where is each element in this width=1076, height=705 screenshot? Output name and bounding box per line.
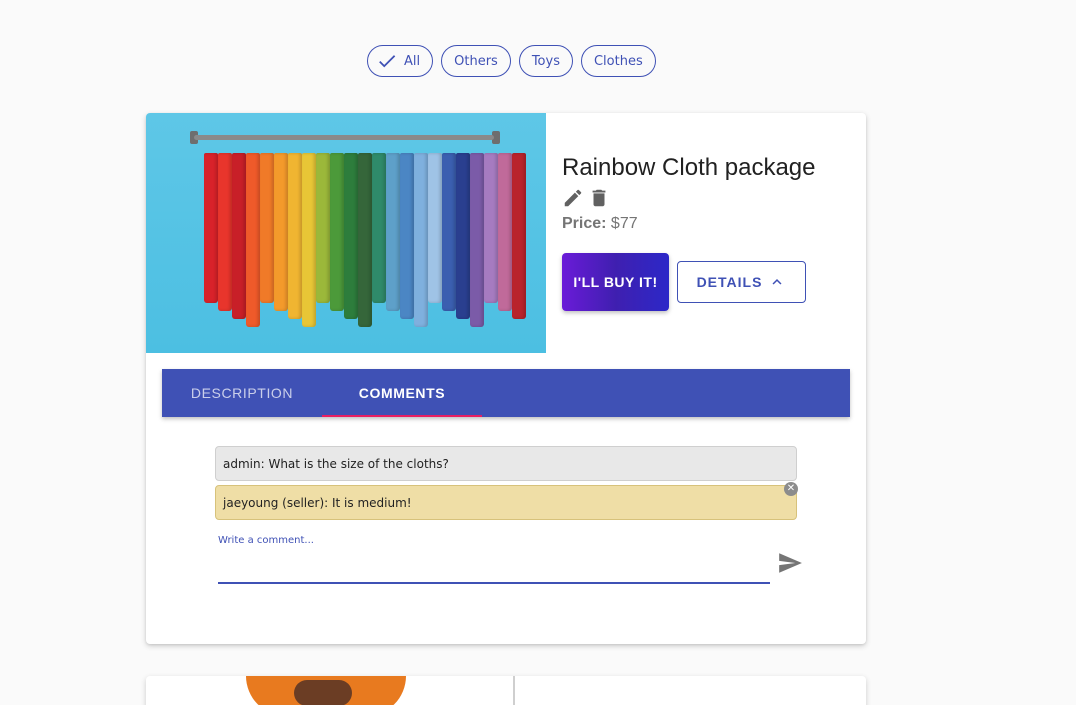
details-button[interactable]: DETAILS [677, 261, 806, 303]
shirt [218, 153, 232, 311]
comment-input[interactable] [218, 552, 770, 584]
tab-description[interactable]: DESCRIPTION [162, 369, 322, 417]
shirt [470, 153, 484, 327]
shirt [302, 153, 316, 327]
clothes-rack [194, 135, 494, 140]
toy-bear-nose [294, 680, 352, 705]
price-label: Price: [562, 215, 607, 232]
shirt [274, 153, 288, 311]
close-circle-icon[interactable]: ✕ [784, 482, 798, 496]
shirt [288, 153, 302, 319]
comment-item: jaeyoung (seller): It is medium! ✕ [215, 482, 798, 520]
shirt [414, 153, 428, 327]
send-icon[interactable] [777, 550, 803, 576]
comment-list: admin: What is the size of the cloths? j… [215, 446, 798, 520]
shirt [204, 153, 218, 303]
shirt [246, 153, 260, 327]
chip-others[interactable]: Others [441, 45, 511, 77]
comment-text: jaeyoung (seller): It is medium! [223, 495, 412, 510]
check-icon [379, 55, 396, 68]
shirt [330, 153, 344, 311]
edit-icon[interactable] [562, 187, 584, 209]
chip-toys-label: Toys [531, 53, 560, 69]
shirt [428, 153, 442, 303]
shirt [358, 153, 372, 327]
tab-bar: DESCRIPTION COMMENTS [162, 369, 850, 417]
chip-toys[interactable]: Toys [518, 45, 573, 77]
chip-clothes[interactable]: Clothes [580, 45, 656, 77]
shirt [442, 153, 456, 311]
details-label: DETAILS [696, 274, 763, 290]
shirt [456, 153, 470, 319]
chevron-up-icon [772, 279, 782, 285]
price-value: $77 [610, 215, 638, 232]
shirts-row [204, 153, 526, 327]
chip-all[interactable]: All [367, 45, 434, 77]
chip-clothes-label: Clothes [593, 53, 643, 69]
category-filter: All Others Toys Clothes [367, 45, 656, 77]
comment-text: admin: What is the size of the cloths? [223, 456, 449, 471]
comment-input-label: Write a comment... [218, 535, 314, 546]
shirt [386, 153, 400, 311]
comment-item: admin: What is the size of the cloths? [215, 446, 797, 481]
product-buttons: I'LL BUY IT! DETAILS [562, 253, 852, 311]
tab-comments[interactable]: COMMENTS [322, 369, 482, 417]
shirt [484, 153, 498, 303]
product-info: Rainbow Cloth package Price: $77 I'LL BU… [562, 153, 852, 311]
product-title: Rainbow Cloth package [562, 154, 816, 181]
shirt [344, 153, 358, 319]
shirt [372, 153, 386, 303]
shirt [260, 153, 274, 303]
product-price: Price: $77 [562, 215, 852, 233]
chip-all-label: All [404, 53, 421, 69]
shirt [316, 153, 330, 303]
shirt [498, 153, 512, 311]
shirt [400, 153, 414, 319]
buy-button[interactable]: I'LL BUY IT! [562, 253, 669, 311]
product-card: Rainbow Cloth package Price: $77 I'LL BU… [146, 113, 866, 644]
image-divider [513, 676, 515, 705]
product-actions [562, 186, 852, 210]
product-image [146, 113, 546, 353]
product-card-next [146, 676, 866, 705]
shirt [232, 153, 246, 319]
shirt [512, 153, 526, 319]
trash-icon[interactable] [588, 187, 610, 209]
chip-others-label: Others [454, 53, 498, 69]
comment-form: Write a comment... [218, 535, 770, 584]
